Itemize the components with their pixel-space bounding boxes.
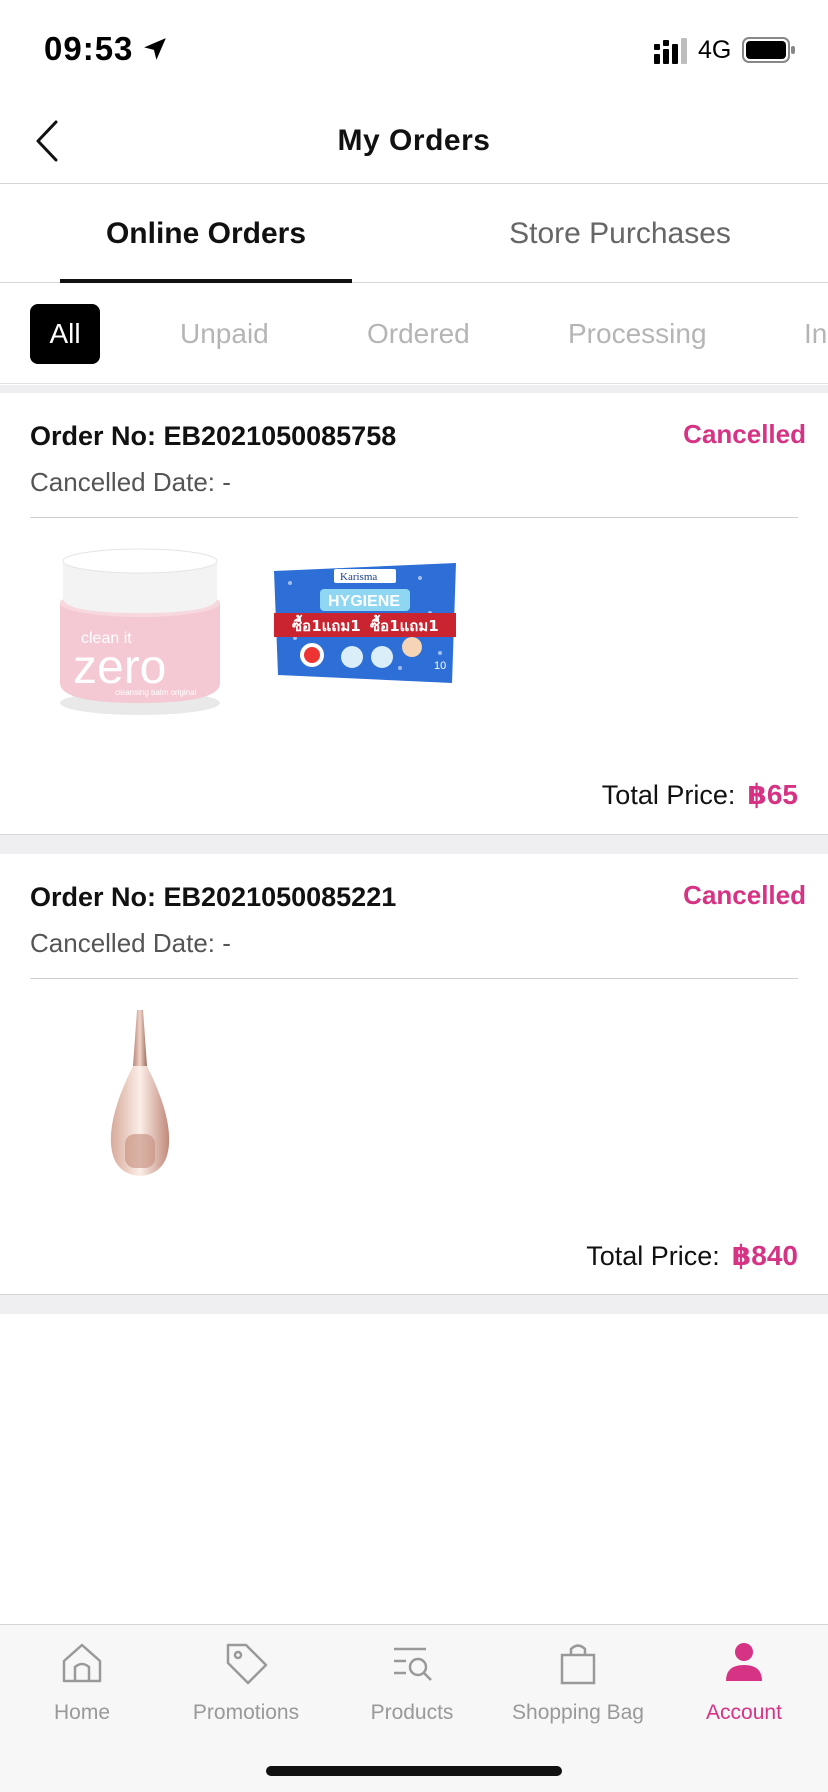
- svg-text:cleansing balm original: cleansing balm original: [115, 688, 197, 697]
- status-bar: 09:53 4G: [0, 0, 828, 100]
- divider: [30, 978, 798, 979]
- product-image-perfume[interactable]: [45, 1004, 235, 1194]
- tab-online-orders[interactable]: Online Orders: [60, 185, 352, 283]
- tabbar-products[interactable]: Products: [332, 1639, 492, 1739]
- home-icon: [62, 1643, 102, 1683]
- cancelled-date: Cancelled Date: -: [30, 467, 231, 497]
- navigation-header: My Orders: [0, 100, 828, 184]
- order-status-badge: Cancelled: [683, 880, 806, 910]
- total-price-label: Total Price:: [586, 1241, 720, 1271]
- total-price-row: Total Price: ฿65: [602, 778, 798, 811]
- tabbar-home[interactable]: Home: [2, 1639, 162, 1739]
- person-icon: [726, 1643, 762, 1681]
- tabbar-label: Shopping Bag: [512, 1701, 644, 1724]
- home-indicator: [266, 1766, 562, 1776]
- status-filter-bar: All Unpaid Ordered Processing In: [0, 284, 828, 384]
- total-price-value: ฿65: [747, 779, 798, 810]
- svg-text:HYGIENE: HYGIENE: [328, 593, 400, 610]
- filter-in[interactable]: In: [804, 304, 827, 364]
- tab-store-purchases[interactable]: Store Purchases: [470, 185, 770, 283]
- total-price-label: Total Price:: [601, 780, 736, 810]
- tag-icon: [226, 1643, 268, 1685]
- order-card[interactable]: Order No: EB2021050085221 Cancelled Canc…: [0, 854, 828, 1294]
- section-separator: [0, 834, 828, 854]
- bag-icon: [560, 1644, 596, 1685]
- signal-icon: [654, 38, 687, 64]
- network-label: 4G: [698, 36, 732, 64]
- order-card[interactable]: Order No: EB2021050085758 Cancelled Canc…: [0, 393, 828, 834]
- divider: [30, 517, 798, 518]
- svg-text:zero: zero: [73, 641, 166, 694]
- total-price-value: ฿840: [731, 1240, 798, 1271]
- tabbar-account[interactable]: Account: [664, 1639, 824, 1739]
- battery-icon: [742, 37, 795, 63]
- section-separator: [0, 385, 828, 393]
- svg-text:ซื้อ1แถม1: ซื้อ1แถม1: [370, 614, 439, 635]
- location-arrow-icon: [144, 38, 166, 60]
- tabbar-label: Promotions: [192, 1701, 300, 1724]
- section-separator: [0, 1294, 828, 1314]
- filter-processing[interactable]: Processing: [568, 304, 707, 364]
- search-list-icon: [394, 1647, 432, 1681]
- total-price-row: Total Price: ฿840: [586, 1239, 798, 1272]
- tabbar-label: Home: [53, 1701, 111, 1724]
- tabbar-shopping-bag[interactable]: Shopping Bag: [498, 1639, 658, 1739]
- order-number: Order No: EB2021050085758: [30, 421, 397, 451]
- tabbar-label: Products: [370, 1701, 454, 1724]
- filter-unpaid[interactable]: Unpaid: [180, 304, 269, 364]
- svg-text:10: 10: [434, 660, 446, 672]
- cancelled-date: Cancelled Date: -: [30, 928, 231, 958]
- page-title: My Orders: [337, 124, 491, 157]
- filter-ordered[interactable]: Ordered: [367, 304, 470, 364]
- tabbar-promotions[interactable]: Promotions: [166, 1639, 326, 1739]
- filter-all[interactable]: All: [30, 304, 100, 364]
- order-status-badge: Cancelled: [683, 419, 806, 449]
- svg-text:ซื้อ1แถม1: ซื้อ1แถม1: [292, 614, 361, 635]
- svg-text:Karisma: Karisma: [340, 571, 377, 583]
- product-image-karisma-hygiene[interactable]: Karisma HYGIENE ซื้อ1แถม1 ซื้อ1แถม1 10: [270, 543, 460, 733]
- product-image-clean-it-zero[interactable]: clean it zero cleansing balm original: [45, 543, 235, 733]
- status-time: 09:53: [44, 30, 134, 67]
- order-type-tabs: Online Orders Store Purchases: [0, 185, 828, 283]
- order-number: Order No: EB2021050085221: [30, 882, 397, 912]
- tabbar-label: Account: [706, 1701, 782, 1724]
